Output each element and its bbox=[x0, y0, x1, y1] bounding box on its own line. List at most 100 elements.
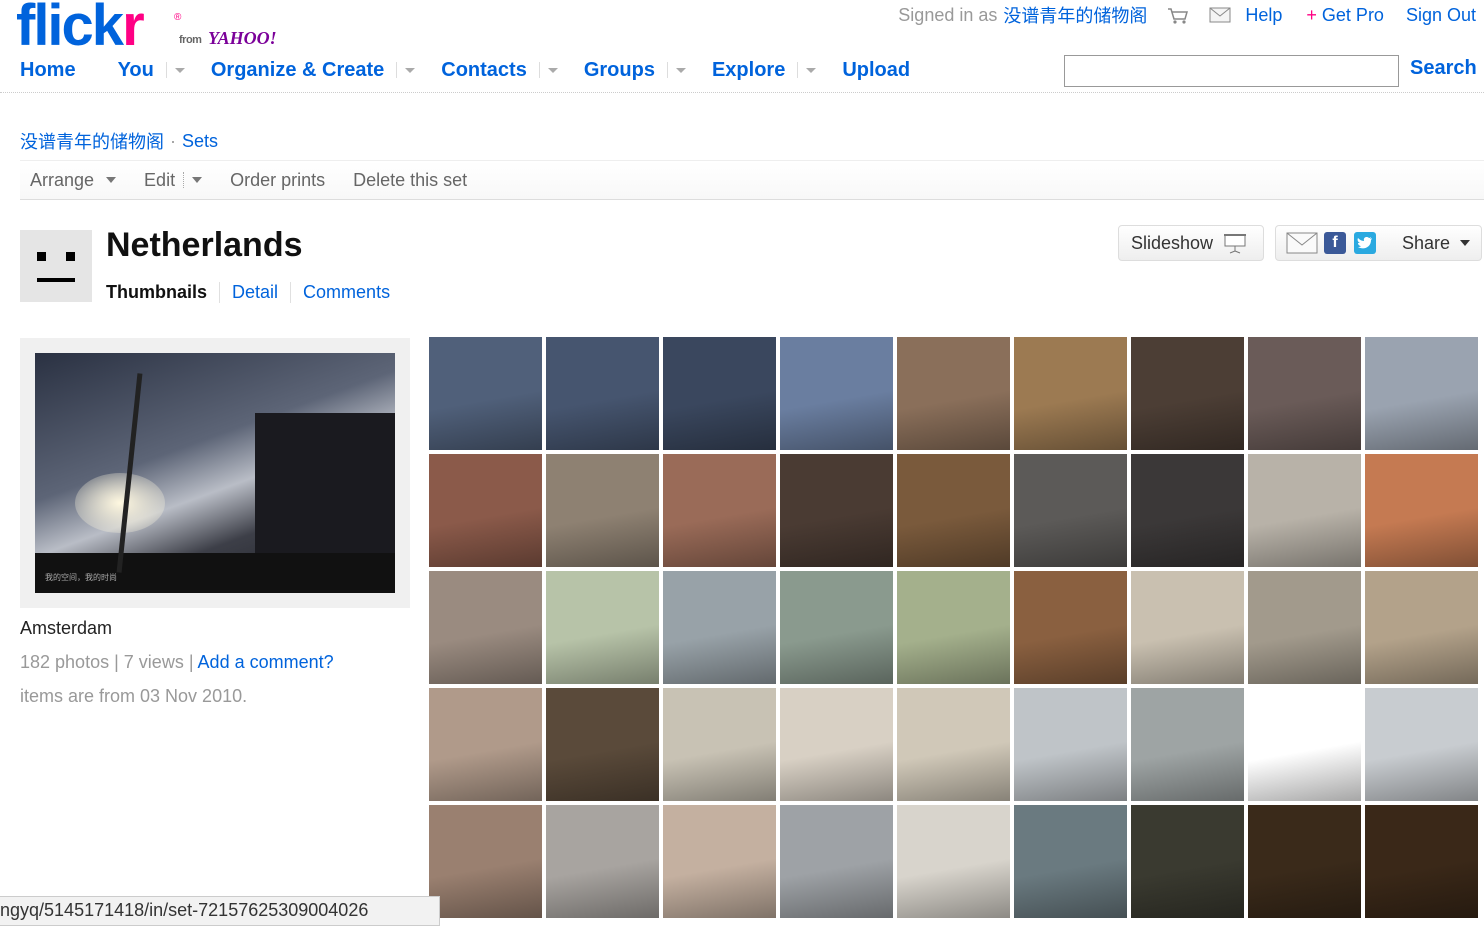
photo-thumbnail[interactable] bbox=[897, 337, 1010, 450]
sign-out-link[interactable]: Sign Out bbox=[1406, 5, 1476, 26]
flickr-logo[interactable]: flickr bbox=[16, 0, 145, 55]
share-button[interactable]: Share bbox=[1402, 233, 1450, 254]
email-share-icon[interactable] bbox=[1286, 231, 1318, 255]
nav-organize[interactable]: Organize & Create bbox=[210, 58, 416, 82]
photo-thumbnail[interactable] bbox=[1014, 688, 1127, 801]
chevron-down-icon[interactable] bbox=[675, 67, 686, 73]
photo-thumbnail[interactable] bbox=[1014, 805, 1127, 918]
photo-thumbnail[interactable] bbox=[546, 454, 659, 567]
tab-thumbnails[interactable]: Thumbnails bbox=[106, 282, 221, 303]
photo-thumbnail[interactable] bbox=[780, 454, 893, 567]
stat-separator: | bbox=[188, 652, 194, 672]
arrange-menu[interactable]: Arrange bbox=[30, 170, 117, 191]
photo-thumbnail[interactable] bbox=[897, 805, 1010, 918]
search-button[interactable]: Search bbox=[1410, 57, 1477, 80]
photo-thumbnail[interactable] bbox=[897, 454, 1010, 567]
photo-thumbnail[interactable] bbox=[663, 454, 776, 567]
photo-thumbnail[interactable] bbox=[1365, 571, 1478, 684]
photo-thumbnail[interactable] bbox=[1014, 337, 1127, 450]
chevron-down-icon[interactable] bbox=[547, 67, 558, 73]
logo-registered: ® bbox=[174, 12, 182, 23]
photo-thumbnail[interactable] bbox=[1131, 805, 1244, 918]
photo-thumbnail[interactable] bbox=[780, 337, 893, 450]
photo-thumbnail[interactable] bbox=[780, 805, 893, 918]
photo-thumbnail[interactable] bbox=[429, 337, 542, 450]
nav-upload[interactable]: Upload bbox=[842, 59, 910, 82]
mail-icon[interactable] bbox=[1209, 7, 1231, 23]
tab-comments[interactable]: Comments bbox=[291, 282, 402, 303]
photo-thumbnail[interactable] bbox=[1248, 571, 1361, 684]
facebook-icon[interactable]: f bbox=[1324, 232, 1346, 254]
nav-groups[interactable]: Groups bbox=[584, 59, 686, 82]
photo-thumbnail[interactable] bbox=[429, 454, 542, 567]
view-tabs: Thumbnails Detail Comments bbox=[106, 282, 402, 303]
photo-thumbnail[interactable] bbox=[1131, 688, 1244, 801]
nav-separator bbox=[666, 62, 668, 78]
tab-detail[interactable]: Detail bbox=[220, 282, 292, 303]
delete-set-link[interactable]: Delete this set bbox=[353, 170, 467, 191]
photo-thumbnail[interactable] bbox=[1131, 337, 1244, 450]
photo-thumbnail[interactable] bbox=[429, 805, 542, 918]
username-link[interactable]: 没谱青年的储物阁 bbox=[1003, 2, 1147, 28]
help-link[interactable]: Help bbox=[1245, 5, 1282, 26]
photo-thumbnail[interactable] bbox=[1248, 337, 1361, 450]
avatar-eye bbox=[66, 252, 75, 261]
photo-thumbnail[interactable] bbox=[546, 337, 659, 450]
cover-watermark: 我的空间，我的时尚 bbox=[45, 573, 117, 582]
photo-thumbnail[interactable] bbox=[1365, 688, 1478, 801]
photo-thumbnail[interactable] bbox=[663, 805, 776, 918]
photo-thumbnail[interactable] bbox=[1248, 688, 1361, 801]
photo-thumbnail[interactable] bbox=[1131, 571, 1244, 684]
photo-thumbnail[interactable] bbox=[1131, 454, 1244, 567]
chevron-down-icon[interactable] bbox=[1460, 240, 1470, 246]
photo-thumbnail[interactable] bbox=[897, 571, 1010, 684]
thumbnail-grid bbox=[429, 337, 1484, 918]
breadcrumb-separator: · bbox=[170, 130, 176, 151]
photo-thumbnail[interactable] bbox=[1365, 805, 1478, 918]
photo-thumbnail[interactable] bbox=[1365, 337, 1478, 450]
photo-thumbnail[interactable] bbox=[897, 688, 1010, 801]
nav-contacts[interactable]: Contacts bbox=[441, 59, 558, 82]
set-owner-avatar[interactable] bbox=[20, 230, 92, 302]
breadcrumb: 没谱青年的储物阁 · Sets bbox=[20, 128, 218, 154]
photo-thumbnail[interactable] bbox=[780, 688, 893, 801]
set-cover-photo[interactable]: 我的空间，我的时尚 bbox=[35, 353, 395, 593]
photo-thumbnail[interactable] bbox=[1014, 454, 1127, 567]
nav-explore[interactable]: Explore bbox=[712, 59, 817, 82]
page-title: Netherlands bbox=[106, 226, 303, 264]
photo-thumbnail[interactable] bbox=[1365, 454, 1478, 567]
chevron-down-icon bbox=[192, 177, 203, 183]
photo-thumbnail[interactable] bbox=[663, 337, 776, 450]
chevron-down-icon[interactable] bbox=[174, 67, 185, 73]
nav-home[interactable]: Home bbox=[20, 59, 76, 82]
search-input[interactable] bbox=[1064, 55, 1399, 87]
photo-thumbnail[interactable] bbox=[780, 571, 893, 684]
share-group: f Share bbox=[1275, 225, 1482, 261]
order-prints-link[interactable]: Order prints bbox=[230, 170, 325, 191]
edit-menu[interactable]: Edit bbox=[144, 170, 203, 191]
photo-thumbnail[interactable] bbox=[546, 571, 659, 684]
slideshow-button[interactable]: Slideshow bbox=[1118, 225, 1264, 261]
photo-thumbnail[interactable] bbox=[429, 571, 542, 684]
get-pro-link[interactable]: Get Pro bbox=[1322, 5, 1384, 26]
logo-text-r: r bbox=[122, 0, 145, 58]
photo-thumbnail[interactable] bbox=[429, 688, 542, 801]
breadcrumb-user[interactable]: 没谱青年的储物阁 bbox=[20, 128, 164, 154]
chevron-down-icon[interactable] bbox=[405, 67, 416, 73]
photo-thumbnail[interactable] bbox=[546, 805, 659, 918]
twitter-icon[interactable] bbox=[1354, 232, 1376, 254]
logo-text: flick bbox=[16, 0, 124, 58]
photo-thumbnail[interactable] bbox=[663, 571, 776, 684]
photo-thumbnail[interactable] bbox=[546, 688, 659, 801]
add-comment-link[interactable]: Add a comment? bbox=[198, 652, 334, 672]
nav-you[interactable]: You bbox=[118, 59, 185, 82]
avatar-eye bbox=[37, 252, 46, 261]
photo-thumbnail[interactable] bbox=[1014, 571, 1127, 684]
nav-organize-label: Organize & Create bbox=[210, 58, 385, 81]
chevron-down-icon[interactable] bbox=[806, 67, 817, 73]
breadcrumb-sets[interactable]: Sets bbox=[182, 131, 218, 152]
photo-thumbnail[interactable] bbox=[1248, 454, 1361, 567]
cart-icon[interactable] bbox=[1167, 7, 1189, 24]
photo-thumbnail[interactable] bbox=[1248, 805, 1361, 918]
photo-thumbnail[interactable] bbox=[663, 688, 776, 801]
